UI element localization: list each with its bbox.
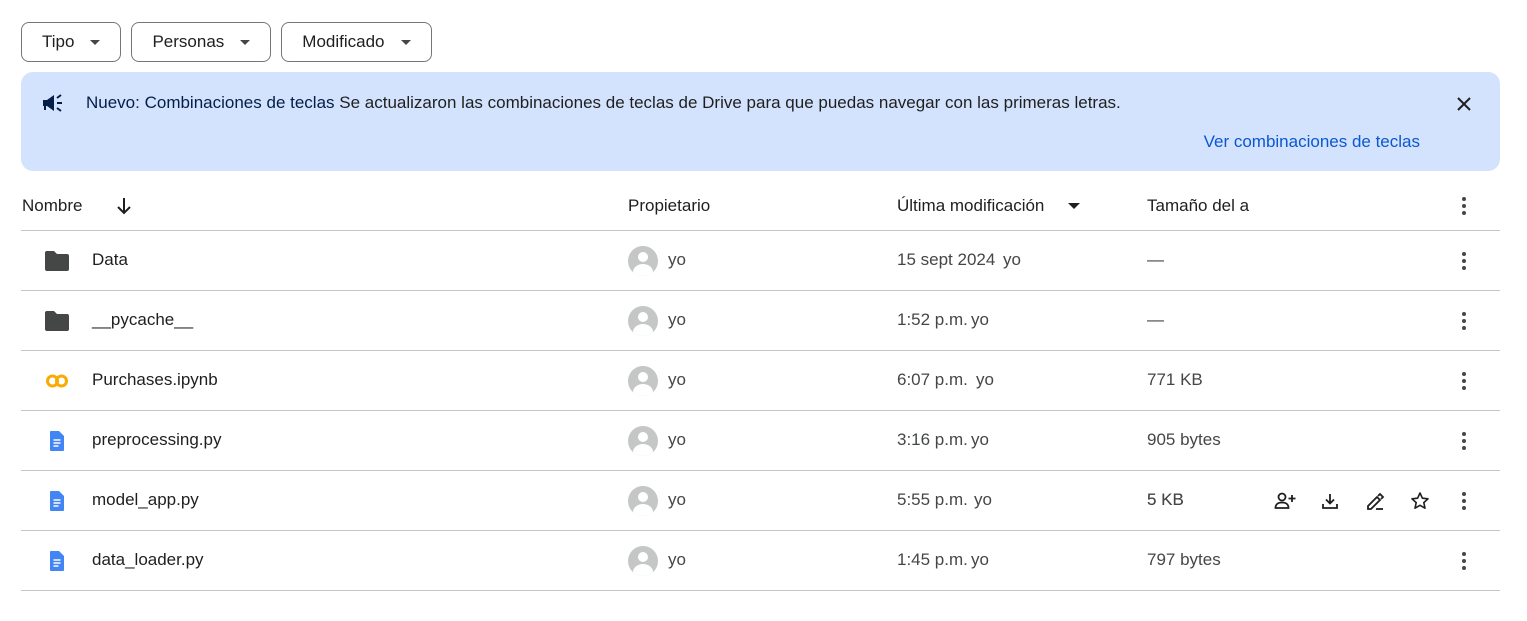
modified-date: 1:45 p.m. bbox=[897, 550, 968, 569]
modified-date: 5:55 p.m. bbox=[897, 490, 968, 509]
file-name: model_app.py bbox=[92, 490, 199, 509]
caret-down-icon[interactable] bbox=[1068, 203, 1080, 209]
doc-file-icon bbox=[50, 431, 64, 451]
table-row[interactable]: preprocessing.py yo 3:16 p.m. yo 905 byt… bbox=[21, 411, 1500, 471]
file-name: data_loader.py bbox=[92, 550, 204, 569]
banner-title: Nuevo: Combinaciones de teclas bbox=[86, 93, 335, 112]
more-vert-icon[interactable] bbox=[1452, 194, 1476, 218]
avatar bbox=[628, 306, 658, 336]
modified-by: yo bbox=[971, 550, 989, 569]
filter-chips: Tipo Personas Modificado bbox=[21, 22, 432, 62]
shortcuts-banner: Nuevo: Combinaciones de teclas Se actual… bbox=[21, 72, 1500, 171]
banner-text: Se actualizaron las combinaciones de tec… bbox=[339, 93, 1121, 112]
modified-by: yo bbox=[971, 430, 989, 449]
file-list: Data yo 15 sept 2024 yo — __pycache__ yo… bbox=[21, 231, 1500, 591]
column-name-label: Nombre bbox=[22, 196, 83, 215]
rename-edit-icon[interactable] bbox=[1363, 489, 1387, 513]
caret-down-icon bbox=[240, 39, 251, 45]
more-vert-icon[interactable] bbox=[1452, 309, 1476, 333]
avatar bbox=[628, 546, 658, 576]
folder-icon bbox=[45, 251, 69, 271]
modified-by: yo bbox=[976, 370, 994, 389]
filter-people-chip[interactable]: Personas bbox=[131, 22, 272, 62]
file-size: 5 KB bbox=[1147, 490, 1184, 509]
file-size: 771 KB bbox=[1147, 370, 1203, 389]
table-row[interactable]: Purchases.ipynb yo 6:07 p.m. yo 771 KB bbox=[21, 351, 1500, 411]
owner-text: yo bbox=[668, 430, 686, 449]
column-owner-header[interactable]: Propietario bbox=[628, 196, 710, 216]
share-person-add-icon[interactable] bbox=[1273, 489, 1297, 513]
caret-down-icon bbox=[90, 39, 101, 45]
table-row[interactable]: data_loader.py yo 1:45 p.m. yo 797 bytes bbox=[21, 531, 1500, 591]
avatar bbox=[628, 486, 658, 516]
more-vert-icon[interactable] bbox=[1452, 489, 1476, 513]
filter-people-label: Personas bbox=[152, 32, 225, 51]
caret-down-icon bbox=[400, 39, 411, 45]
more-vert-icon[interactable] bbox=[1452, 369, 1476, 393]
table-row[interactable]: __pycache__ yo 1:52 p.m. yo — bbox=[21, 291, 1500, 351]
close-icon[interactable] bbox=[1450, 90, 1478, 118]
modified-date: 1:52 p.m. bbox=[897, 310, 968, 329]
file-name: __pycache__ bbox=[92, 310, 194, 329]
column-modified-label: Última modificación bbox=[897, 196, 1045, 215]
table-header: Nombre Propietario Última modificación T… bbox=[21, 180, 1500, 231]
doc-file-icon bbox=[50, 551, 64, 571]
star-icon[interactable] bbox=[1408, 489, 1432, 513]
modified-by: yo bbox=[974, 490, 992, 509]
table-row[interactable]: model_app.py yo 5:55 p.m. yo 5 KB 5 KB bbox=[21, 471, 1500, 531]
view-shortcuts-link[interactable]: Ver combinaciones de teclas bbox=[1204, 132, 1420, 152]
filter-type-label: Tipo bbox=[42, 32, 75, 51]
owner-text: yo bbox=[668, 550, 686, 569]
avatar bbox=[628, 246, 658, 276]
avatar bbox=[628, 426, 658, 456]
arrow-down-icon[interactable] bbox=[116, 197, 132, 215]
file-size: — bbox=[1147, 310, 1164, 329]
modified-date: 3:16 p.m. bbox=[897, 430, 968, 449]
filter-type-chip[interactable]: Tipo bbox=[21, 22, 122, 62]
row-actions bbox=[1273, 489, 1432, 513]
file-size: — bbox=[1147, 250, 1164, 269]
filter-modified-chip[interactable]: Modificado bbox=[281, 22, 432, 62]
file-name: Purchases.ipynb bbox=[92, 370, 218, 389]
file-name: Data bbox=[92, 250, 128, 269]
more-vert-icon[interactable] bbox=[1452, 249, 1476, 273]
folder-icon bbox=[45, 311, 69, 331]
file-size: 905 bytes bbox=[1147, 430, 1221, 449]
column-name-header[interactable]: Nombre bbox=[22, 196, 82, 216]
column-size-header[interactable]: Tamaño del a bbox=[1147, 196, 1251, 216]
owner-text: yo bbox=[668, 370, 686, 389]
doc-file-icon bbox=[50, 491, 64, 511]
file-name: preprocessing.py bbox=[92, 430, 222, 449]
more-vert-icon[interactable] bbox=[1452, 549, 1476, 573]
owner-text: yo bbox=[668, 490, 686, 509]
banner-message: Nuevo: Combinaciones de teclas Se actual… bbox=[86, 92, 1121, 114]
filter-modified-label: Modificado bbox=[302, 32, 385, 51]
modified-by: yo bbox=[1003, 250, 1021, 269]
modified-by: yo bbox=[971, 310, 989, 329]
more-vert-icon[interactable] bbox=[1452, 429, 1476, 453]
modified-date: 6:07 p.m. bbox=[897, 370, 968, 389]
owner-text: yo bbox=[668, 250, 686, 269]
download-icon[interactable] bbox=[1318, 489, 1342, 513]
avatar bbox=[628, 366, 658, 396]
modified-date: 15 sept 2024 bbox=[897, 250, 996, 269]
file-size: 797 bytes bbox=[1147, 550, 1221, 569]
table-row[interactable]: Data yo 15 sept 2024 yo — bbox=[21, 231, 1500, 291]
column-modified-header[interactable]: Última modificación bbox=[897, 196, 1044, 216]
colab-icon bbox=[46, 374, 68, 388]
owner-text: yo bbox=[668, 310, 686, 329]
megaphone-icon bbox=[43, 94, 62, 112]
